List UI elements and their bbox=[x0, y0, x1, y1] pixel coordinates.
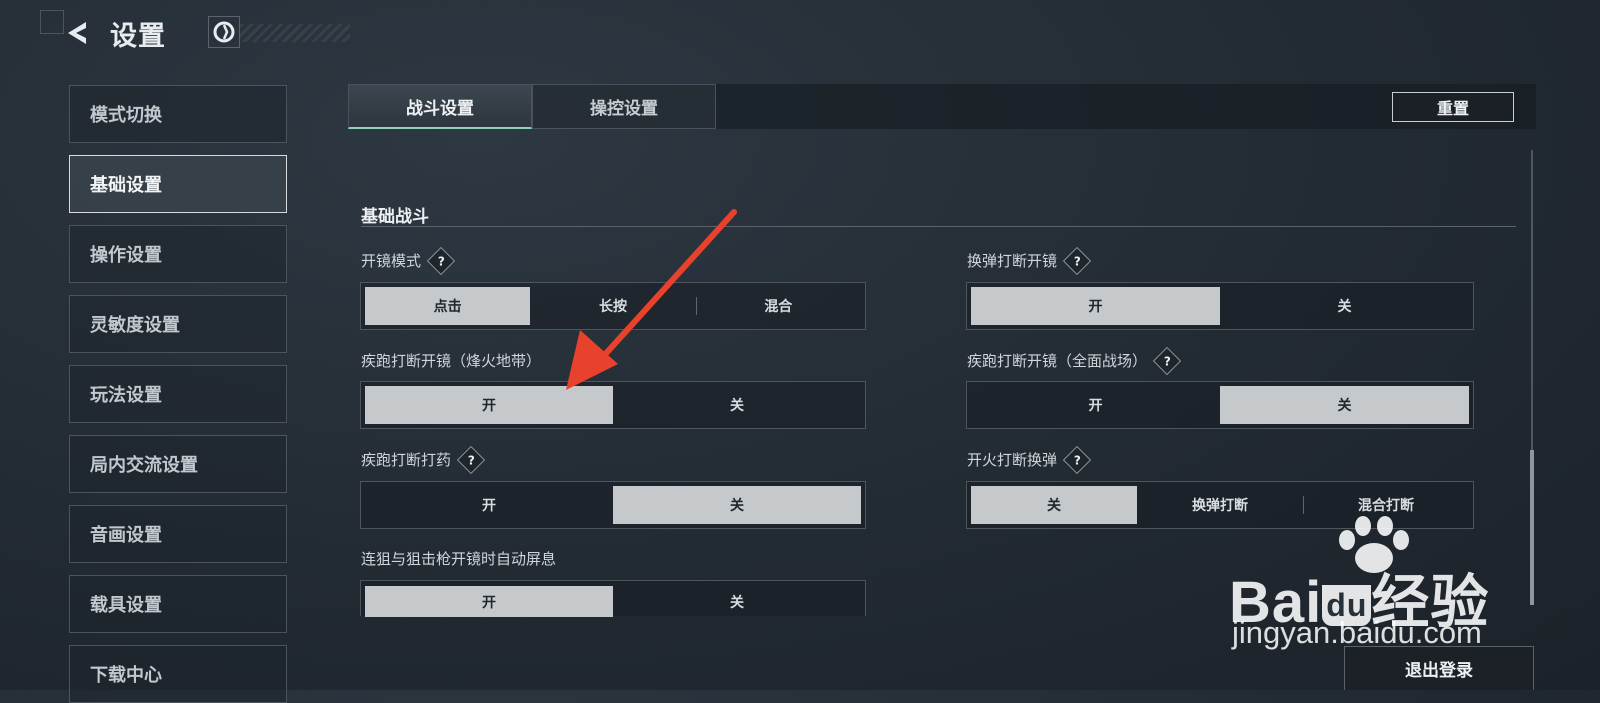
page-title: 设置 bbox=[110, 21, 166, 52]
reset-button[interactable]: 重置 bbox=[1392, 92, 1514, 122]
sidebar-item-label: 模式切换 bbox=[90, 105, 162, 126]
help-icon[interactable]: ? bbox=[1062, 445, 1092, 474]
game-logo-icon bbox=[208, 16, 240, 48]
sprint-scope-beacon-label: 疾跑打断开镜（烽火地带） bbox=[361, 352, 542, 370]
section-divider bbox=[361, 226, 1516, 227]
sidebar-item-label: 玩法设置 bbox=[90, 385, 162, 406]
sidebar-item-sensitivity[interactable]: 灵敏度设置 bbox=[69, 295, 287, 353]
scope-mode-label: 开镜模式 ? bbox=[361, 246, 456, 275]
sprint-heal-label: 疾跑打断打药 ? bbox=[361, 445, 486, 474]
sidebar-item-mode-switch[interactable]: 模式切换 bbox=[69, 85, 287, 143]
reload-scope-toggle: 开 关 bbox=[966, 282, 1474, 330]
corner-frame bbox=[40, 10, 64, 34]
back-arrow-icon[interactable] bbox=[64, 18, 94, 48]
auto-hold-breath-label: 连狙与狙击枪开镜时自动屏息 bbox=[361, 550, 557, 568]
help-icon[interactable]: ? bbox=[456, 445, 486, 474]
logout-button[interactable]: 退出登录 bbox=[1344, 646, 1534, 690]
option-tap[interactable]: 点击 bbox=[365, 287, 531, 325]
sidebar-item-gameplay[interactable]: 玩法设置 bbox=[69, 365, 287, 423]
decorative-hatch bbox=[240, 24, 350, 42]
sidebar-item-label: 载具设置 bbox=[90, 595, 162, 616]
sidebar-item-operation-settings[interactable]: 操作设置 bbox=[69, 225, 287, 283]
scrollbar-thumb[interactable] bbox=[1530, 450, 1534, 605]
sprint-heal-toggle: 开 关 bbox=[360, 481, 866, 529]
reload-scope-label: 换弹打断开镜 ? bbox=[967, 246, 1092, 275]
sidebar-item-label: 灵敏度设置 bbox=[90, 315, 180, 336]
option-off[interactable]: 关 bbox=[1220, 287, 1469, 325]
watermark-url: jingyan.baidu.com bbox=[1232, 615, 1482, 650]
sidebar-item-label: 基础设置 bbox=[90, 175, 162, 196]
tab-combat-settings[interactable]: 战斗设置 bbox=[348, 84, 532, 129]
auto-hold-breath-toggle: 开 关 bbox=[360, 580, 866, 617]
sidebar-item-label: 局内交流设置 bbox=[90, 455, 198, 476]
sprint-scope-full-label: 疾跑打断开镜（全面战场） ? bbox=[967, 346, 1182, 375]
option-on[interactable]: 开 bbox=[971, 287, 1220, 325]
option-on[interactable]: 开 bbox=[365, 586, 613, 617]
option-on[interactable]: 开 bbox=[365, 486, 613, 524]
option-on[interactable]: 开 bbox=[971, 386, 1220, 424]
tab-control-settings[interactable]: 操控设置 bbox=[532, 84, 716, 129]
sidebar-item-basic-settings[interactable]: 基础设置 bbox=[69, 155, 287, 213]
sidebar-item-label: 音画设置 bbox=[90, 525, 162, 546]
help-icon[interactable]: ? bbox=[1062, 246, 1092, 275]
annotation-arrow-icon bbox=[566, 209, 737, 390]
sidebar-item-audio-video[interactable]: 音画设置 bbox=[69, 505, 287, 563]
option-off[interactable]: 关 bbox=[613, 586, 861, 617]
sprint-scope-full-toggle: 开 关 bbox=[966, 381, 1474, 429]
option-off[interactable]: 关 bbox=[971, 486, 1137, 524]
fire-reload-label: 开火打断换弹 ? bbox=[967, 445, 1092, 474]
sidebar-item-vehicle[interactable]: 载具设置 bbox=[69, 575, 287, 633]
sidebar-item-in-game-chat[interactable]: 局内交流设置 bbox=[69, 435, 287, 493]
help-icon[interactable]: ? bbox=[1152, 346, 1182, 375]
option-off[interactable]: 关 bbox=[1220, 386, 1469, 424]
sidebar-item-label: 下载中心 bbox=[90, 665, 162, 686]
sidebar-item-label: 操作设置 bbox=[90, 245, 162, 266]
option-off[interactable]: 关 bbox=[613, 486, 861, 524]
section-title: 基础战斗 bbox=[361, 207, 429, 227]
option-reload-interrupt[interactable]: 换弹打断 bbox=[1137, 486, 1303, 524]
help-icon[interactable]: ? bbox=[426, 246, 456, 275]
sidebar-item-download-center[interactable]: 下载中心 bbox=[69, 645, 287, 703]
